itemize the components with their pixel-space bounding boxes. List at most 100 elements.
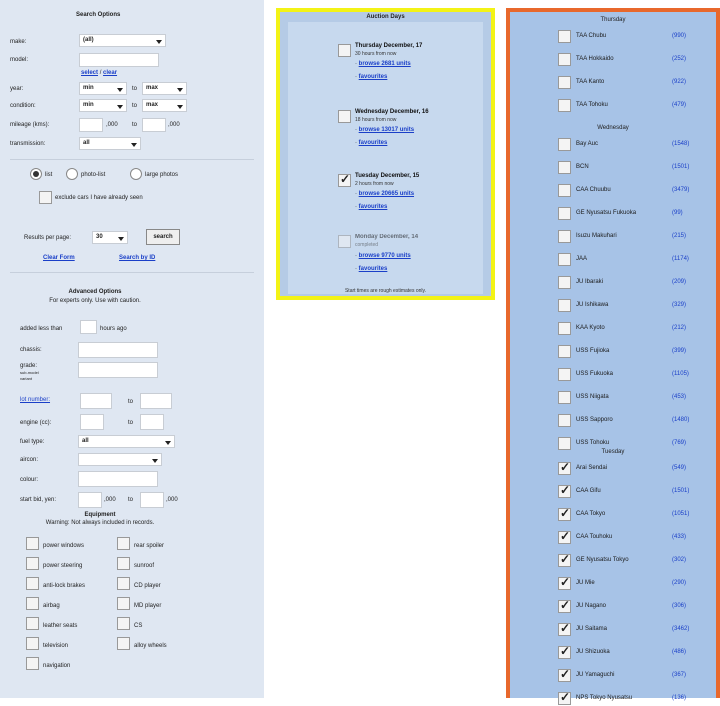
added-hours-field[interactable] bbox=[80, 320, 97, 334]
condition-min-select[interactable]: min bbox=[79, 99, 127, 112]
venue-row[interactable]: USS Niigata (453) bbox=[558, 391, 698, 405]
equipment-checkbox[interactable] bbox=[117, 617, 130, 630]
venue-checkbox[interactable] bbox=[558, 552, 571, 567]
venue-row[interactable]: USS Sapporo (1480) bbox=[558, 414, 698, 428]
venue-checkbox[interactable] bbox=[558, 230, 571, 243]
auction-day-checkbox[interactable] bbox=[338, 235, 351, 248]
venue-row[interactable]: TAA Tohoku (479) bbox=[558, 99, 698, 113]
auction-day-checkbox[interactable] bbox=[338, 44, 351, 57]
venue-checkbox[interactable] bbox=[558, 253, 571, 266]
venue-checkbox[interactable] bbox=[558, 460, 571, 475]
venue-row[interactable]: JAA (1174) bbox=[558, 253, 698, 267]
chassis-field[interactable] bbox=[78, 342, 158, 358]
venue-checkbox[interactable] bbox=[558, 99, 571, 112]
browse-units-link[interactable]: browse 2681 units bbox=[359, 61, 411, 67]
venue-row[interactable]: JU Yamaguchi (367) bbox=[558, 667, 698, 683]
engine-min-field[interactable] bbox=[80, 414, 104, 430]
view-photo-list-radio[interactable] bbox=[66, 168, 78, 180]
auction-day-checkbox[interactable] bbox=[338, 172, 351, 187]
venue-checkbox[interactable] bbox=[558, 138, 571, 151]
venue-row[interactable]: CAA Gifu (1501) bbox=[558, 483, 698, 499]
search-by-id-link[interactable]: Search by ID bbox=[119, 255, 155, 261]
transmission-select[interactable]: all bbox=[79, 137, 141, 150]
venue-row[interactable]: GE Nyusatsu Fukuoka (99) bbox=[558, 207, 698, 221]
equipment-checkbox[interactable] bbox=[26, 617, 39, 630]
venue-row[interactable]: KAA Kyoto (212) bbox=[558, 322, 698, 336]
select-link[interactable]: select bbox=[81, 70, 98, 76]
venue-checkbox[interactable] bbox=[558, 322, 571, 335]
venue-checkbox[interactable] bbox=[558, 506, 571, 521]
venue-checkbox[interactable] bbox=[558, 161, 571, 174]
venue-row[interactable]: JU Mie (290) bbox=[558, 575, 698, 591]
venue-row[interactable]: Arai Sendai (549) bbox=[558, 460, 698, 476]
year-min-select[interactable]: min bbox=[79, 82, 127, 95]
venue-row[interactable]: USS Fujioka (399) bbox=[558, 345, 698, 359]
equipment-checkbox[interactable] bbox=[117, 577, 130, 590]
grade-field[interactable] bbox=[78, 362, 158, 378]
equipment-checkbox[interactable] bbox=[26, 637, 39, 650]
bid-max-field[interactable] bbox=[140, 492, 164, 508]
clear-form-link[interactable]: Clear Form bbox=[43, 255, 75, 261]
condition-max-select[interactable]: max bbox=[142, 99, 187, 112]
favourites-link[interactable]: favourites bbox=[359, 266, 388, 272]
browse-units-link[interactable]: browse 9770 units bbox=[359, 253, 411, 259]
venue-checkbox[interactable] bbox=[558, 690, 571, 705]
mileage-min-field[interactable] bbox=[79, 118, 103, 132]
venue-checkbox[interactable] bbox=[558, 598, 571, 613]
venue-checkbox[interactable] bbox=[558, 276, 571, 289]
venue-checkbox[interactable] bbox=[558, 391, 571, 404]
model-field[interactable] bbox=[79, 53, 159, 67]
venue-checkbox[interactable] bbox=[558, 483, 571, 498]
results-per-page-select[interactable]: 30 bbox=[92, 231, 128, 244]
equipment-checkbox[interactable] bbox=[26, 577, 39, 590]
bid-min-field[interactable] bbox=[78, 492, 102, 508]
equipment-checkbox[interactable] bbox=[117, 597, 130, 610]
mileage-max-field[interactable] bbox=[142, 118, 166, 132]
colour-field[interactable] bbox=[78, 471, 158, 487]
venue-row[interactable]: JU Saitama (3462) bbox=[558, 621, 698, 637]
venue-checkbox[interactable] bbox=[558, 621, 571, 636]
clear-link[interactable]: clear bbox=[103, 70, 117, 76]
venue-row[interactable]: JU Ishikawa (329) bbox=[558, 299, 698, 313]
venue-checkbox[interactable] bbox=[558, 207, 571, 220]
auction-day-checkbox[interactable] bbox=[338, 110, 351, 123]
lot-min-field[interactable] bbox=[80, 393, 112, 409]
venue-row[interactable]: CAA Chuubu (3479) bbox=[558, 184, 698, 198]
search-button[interactable]: search bbox=[146, 229, 180, 245]
venue-row[interactable]: NPS Tokyo Nyusatsu (136) bbox=[558, 690, 698, 706]
year-max-select[interactable]: max bbox=[142, 82, 187, 95]
venue-checkbox[interactable] bbox=[558, 644, 571, 659]
venue-checkbox[interactable] bbox=[558, 345, 571, 358]
venue-checkbox[interactable] bbox=[558, 30, 571, 43]
venue-row[interactable]: TAA Chubu (990) bbox=[558, 30, 698, 44]
favourites-link[interactable]: favourites bbox=[359, 74, 388, 80]
venue-row[interactable]: JU Ibaraki (209) bbox=[558, 276, 698, 290]
venue-checkbox[interactable] bbox=[558, 76, 571, 89]
venue-checkbox[interactable] bbox=[558, 368, 571, 381]
view-large-photos-radio[interactable] bbox=[130, 168, 142, 180]
venue-row[interactable]: JU Nagano (306) bbox=[558, 598, 698, 614]
equipment-checkbox[interactable] bbox=[26, 557, 39, 570]
favourites-link[interactable]: favourites bbox=[359, 204, 388, 210]
venue-row[interactable]: TAA Hokkaido (252) bbox=[558, 53, 698, 67]
venue-row[interactable]: Isuzu Makuhari (215) bbox=[558, 230, 698, 244]
equipment-checkbox[interactable] bbox=[26, 657, 39, 670]
venue-checkbox[interactable] bbox=[558, 529, 571, 544]
equipment-checkbox[interactable] bbox=[26, 537, 39, 550]
venue-row[interactable]: BCN (1501) bbox=[558, 161, 698, 175]
venue-checkbox[interactable] bbox=[558, 667, 571, 682]
venue-row[interactable]: TAA Kanto (922) bbox=[558, 76, 698, 90]
venue-checkbox[interactable] bbox=[558, 299, 571, 312]
make-select[interactable]: (all) bbox=[79, 34, 166, 47]
exclude-seen-checkbox[interactable] bbox=[39, 191, 52, 204]
equipment-checkbox[interactable] bbox=[117, 637, 130, 650]
venue-row[interactable]: JU Shizuoka (486) bbox=[558, 644, 698, 660]
lot-number-link[interactable]: lot number: bbox=[20, 397, 50, 403]
equipment-checkbox[interactable] bbox=[117, 557, 130, 570]
browse-units-link[interactable]: browse 20665 units bbox=[359, 191, 414, 197]
venue-row[interactable]: CAA Tokyo (1051) bbox=[558, 506, 698, 522]
fuel-type-select[interactable]: all bbox=[78, 435, 175, 448]
browse-units-link[interactable]: browse 13017 units bbox=[359, 127, 414, 133]
lot-max-field[interactable] bbox=[140, 393, 172, 409]
venue-checkbox[interactable] bbox=[558, 575, 571, 590]
